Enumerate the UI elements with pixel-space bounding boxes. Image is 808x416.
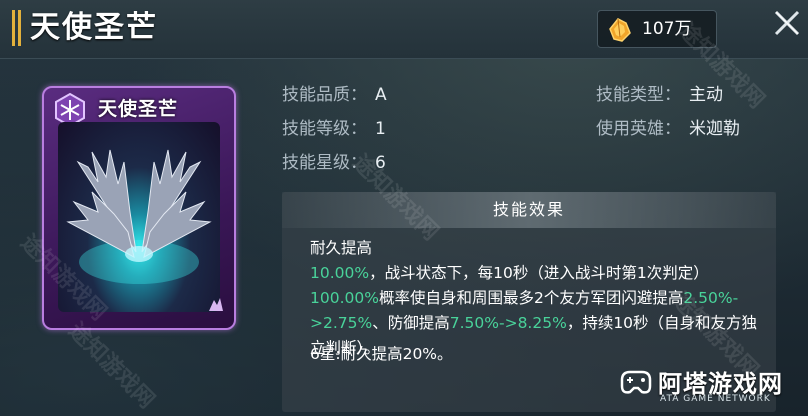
hero-value: 米迦勒 [689,119,740,139]
close-icon[interactable] [766,4,806,44]
info-quality: 技能品质： A [282,80,387,110]
quality-label: 技能品质： [282,85,367,105]
title-accent [12,10,24,46]
effect-value-defense: 7.50%->8.25% [449,314,567,332]
level-value: 1 [375,119,386,139]
card-title: 天使圣芒 [98,98,179,120]
info-hero: 使用英雄： 米迦勒 [596,114,740,144]
quality-value: A [375,85,387,105]
gold-crystal-icon [609,18,631,42]
info-level: 技能等级： 1 [282,114,386,144]
hero-label: 使用英雄： [596,119,681,139]
rank-mark-icon [209,298,223,311]
effect-text-3: 概率使自身和周围最多2个友方军团闪避提高 [378,289,684,307]
effect-text-1: 耐久提高 [310,239,373,257]
effect-value-chance: 100.00% [310,289,379,307]
effect-value-durability: 10.00% [310,264,370,282]
star-bonus-line: 6星:耐久提高20%。 [310,345,453,363]
effect-header: 技能效果 [282,192,776,228]
brand-subtitle: ATA GAME NETWORK [660,394,771,404]
level-label: 技能等级： [282,119,367,139]
effect-text-4: 、防御提高 [372,314,450,332]
effect-text-2: ，战斗状态下，每10秒（进入战斗时第1次判定） [369,264,709,282]
gamepad-logo-icon [620,370,652,394]
page-title: 天使圣芒 [30,10,158,45]
info-type: 技能类型： 主动 [596,80,723,110]
type-label: 技能类型： [596,85,681,105]
type-value: 主动 [689,85,723,105]
brand-watermark: 阿塔游戏网 ATA GAME NETWORK [614,362,804,412]
